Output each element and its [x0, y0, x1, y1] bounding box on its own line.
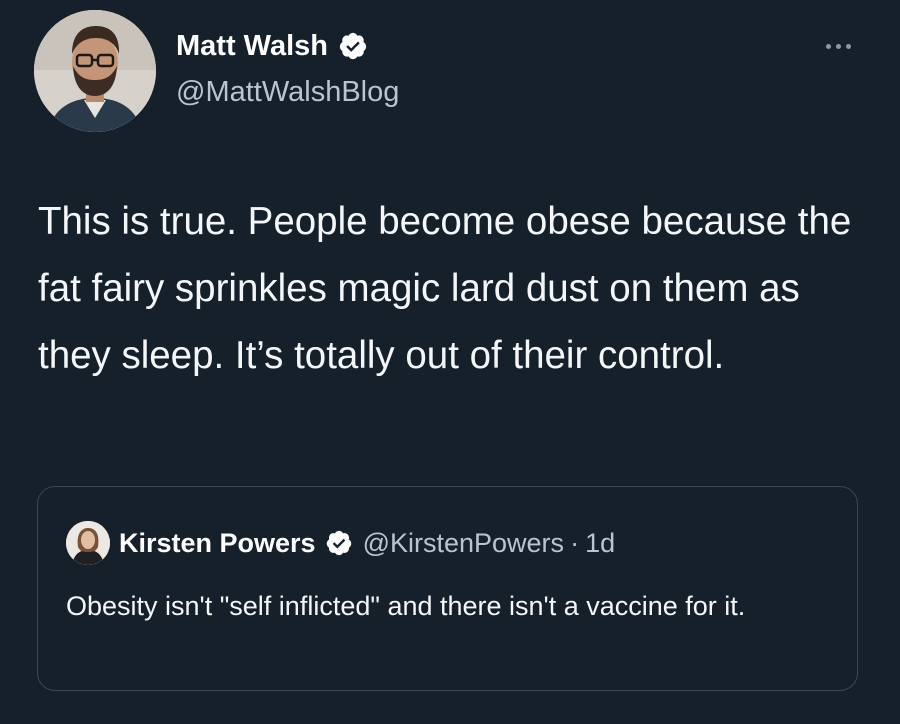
avatar-portrait-icon: [34, 10, 156, 132]
more-options-icon[interactable]: [816, 34, 860, 58]
quoted-author-avatar[interactable]: [66, 521, 110, 565]
tweet-text: This is true. People become obese becaus…: [38, 200, 852, 377]
author-handle[interactable]: @MattWalshBlog: [176, 74, 399, 110]
quoted-tweet-timestamp[interactable]: 1d: [585, 528, 615, 559]
avatar-portrait-icon: [66, 521, 110, 565]
quoted-author-handle[interactable]: @KirstenPowers: [363, 528, 564, 559]
verified-badge-icon: [325, 529, 353, 557]
author-name[interactable]: Matt Walsh: [176, 28, 328, 64]
author-avatar[interactable]: [34, 10, 156, 132]
author-name-row[interactable]: Matt Walsh: [176, 28, 368, 64]
quoted-tweet-text: Obesity isn't "self inflicted" and there…: [66, 591, 746, 621]
separator-dot: ·: [570, 527, 580, 558]
quoted-tweet-header: Kirsten Powers @KirstenPowers · 1d: [66, 521, 615, 565]
tweet-card: Matt Walsh @MattWalshBlog This is true. …: [0, 0, 900, 724]
quoted-tweet[interactable]: Kirsten Powers @KirstenPowers · 1d Obesi…: [37, 486, 858, 691]
verified-badge-icon: [338, 31, 368, 61]
quoted-author-name[interactable]: Kirsten Powers: [119, 528, 316, 559]
